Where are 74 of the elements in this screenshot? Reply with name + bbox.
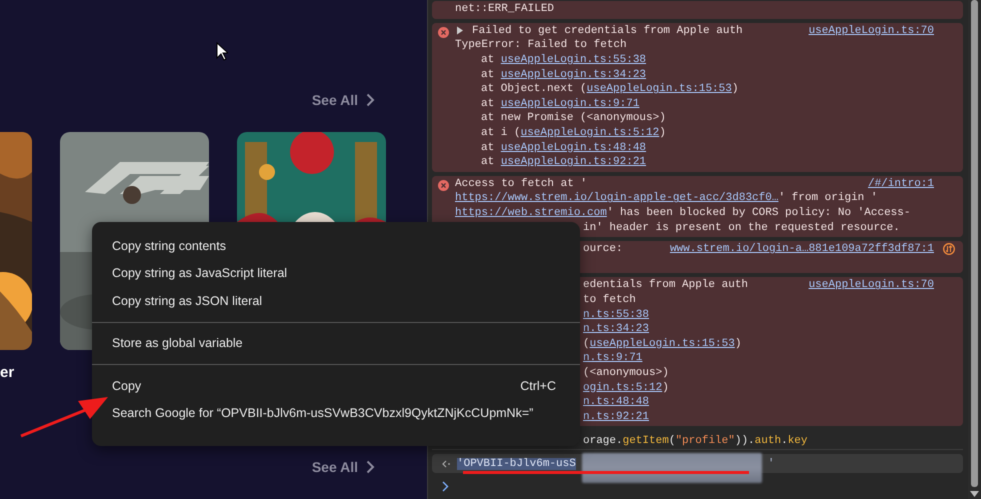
error-icon: [438, 26, 449, 38]
console-text: ): [659, 127, 666, 140]
code-token: .: [781, 434, 788, 447]
code-token: )).: [734, 434, 755, 447]
console-text: TypeError: Failed to fetch: [455, 39, 627, 52]
source-link[interactable]: useAppleLogin.ts:9:71: [500, 98, 640, 110]
console-text: Access to fetch at ': [455, 178, 588, 190]
console-text: at i (: [481, 127, 521, 140]
source-link[interactable]: useAppleLogin.ts:48:48: [500, 142, 646, 154]
code-token: (: [668, 434, 676, 447]
console-text: ource:: [583, 243, 623, 256]
result-string: 'OPVBII-bJlv6m-usS: [457, 458, 576, 470]
console-text: at Object.next (: [481, 83, 587, 96]
console-text: ' has been blocked by CORS policy: No 'Access-: [606, 207, 910, 220]
source-link[interactable]: useAppleLogin.ts:70: [808, 279, 934, 292]
menu-item[interactable]: Copy Ctrl+C: [92, 372, 580, 400]
source-link[interactable]: n.ts:34:23: [583, 323, 650, 336]
console-text: ): [662, 382, 669, 394]
console-text: ): [734, 338, 742, 350]
console-text: ' from origin ': [778, 192, 878, 204]
mouse-cursor-icon: [216, 42, 228, 61]
network-icon: [942, 243, 954, 256]
console-text: Failed to get credentials from Apple auth: [472, 24, 743, 37]
code-token: key: [788, 434, 808, 447]
console-text: net::ERR_FAILED: [455, 3, 554, 16]
source-link[interactable]: useAppleLogin.ts:5:12: [520, 127, 660, 140]
chevron-right-icon: [366, 93, 375, 107]
console-text: at: [481, 156, 496, 168]
menu-item[interactable]: Copy string as JSON literal: [92, 287, 580, 314]
menu-item[interactable]: Store as global variable: [92, 330, 580, 357]
source-link[interactable]: useAppleLogin.ts:55:38: [500, 54, 646, 66]
see-all-link[interactable]: See All: [312, 459, 375, 475]
console-text: at: [481, 68, 496, 81]
console-text: at: [481, 54, 496, 66]
source-link[interactable]: useAppleLogin.ts:70: [808, 24, 934, 37]
chevron-right-icon: [366, 460, 375, 474]
see-all-link[interactable]: See All: [312, 92, 375, 108]
source-link[interactable]: useAppleLogin.ts:15:53: [590, 338, 735, 350]
code-token: "profile": [675, 434, 735, 447]
source-link[interactable]: useAppleLogin.ts:15:53: [586, 83, 732, 96]
code-token: getItem: [622, 434, 669, 447]
collapsed-triangle-icon[interactable]: [455, 26, 465, 36]
code-token: orage.: [583, 434, 623, 447]
result-arrow-icon: [441, 460, 451, 468]
prompt-icon[interactable]: [442, 481, 449, 492]
console-text: at: [481, 98, 496, 110]
menu-item[interactable]: Search Google for “OPVBII-bJlv6m-usSVwB3CVbzxl9QyktZNjKcCUpmNk=”: [92, 400, 580, 427]
movie-title: er: [0, 364, 16, 381]
console-text: edentials from Apple auth: [583, 279, 748, 292]
console-text: (: [583, 338, 590, 350]
source-link[interactable]: n.ts:55:38: [583, 308, 650, 321]
source-link[interactable]: n.ts:48:48: [583, 396, 650, 408]
scroll-down-icon[interactable]: [970, 491, 979, 497]
source-link[interactable]: n.ts:92:21: [583, 410, 650, 423]
scrollbar[interactable]: [968, 0, 981, 499]
console-text: (<anonymous>): [583, 366, 669, 379]
error-icon: [438, 180, 449, 191]
console-text: at: [481, 142, 496, 154]
source-link[interactable]: /#/intro:1: [868, 178, 934, 190]
source-link[interactable]: https://web.stremio.com: [455, 207, 607, 220]
source-link[interactable]: n.ts:9:71: [583, 352, 642, 364]
code-token: auth: [754, 434, 782, 447]
console-text: in' header is present on the requested resource.: [583, 222, 900, 234]
menu-item[interactable]: Copy string contents: [92, 232, 580, 260]
menu-item[interactable]: Copy string as JavaScript literal: [92, 260, 580, 287]
result-string: ': [768, 458, 774, 470]
console-text: to fetch: [583, 294, 636, 306]
source-link[interactable]: useAppleLogin.ts:34:23: [500, 68, 646, 81]
source-link[interactable]: useAppleLogin.ts:92:21: [500, 156, 646, 168]
source-link[interactable]: ogin.ts:5:12: [583, 382, 662, 394]
source-link[interactable]: www.strem.io/login-a…881e109a72ff3df87:1: [670, 243, 934, 256]
source-link[interactable]: https://www.strem.io/login-apple-get-acc/3d83cf0…: [455, 192, 778, 204]
console-text: at new Promise (<anonymous>): [481, 112, 666, 124]
console-text: ): [732, 83, 738, 96]
